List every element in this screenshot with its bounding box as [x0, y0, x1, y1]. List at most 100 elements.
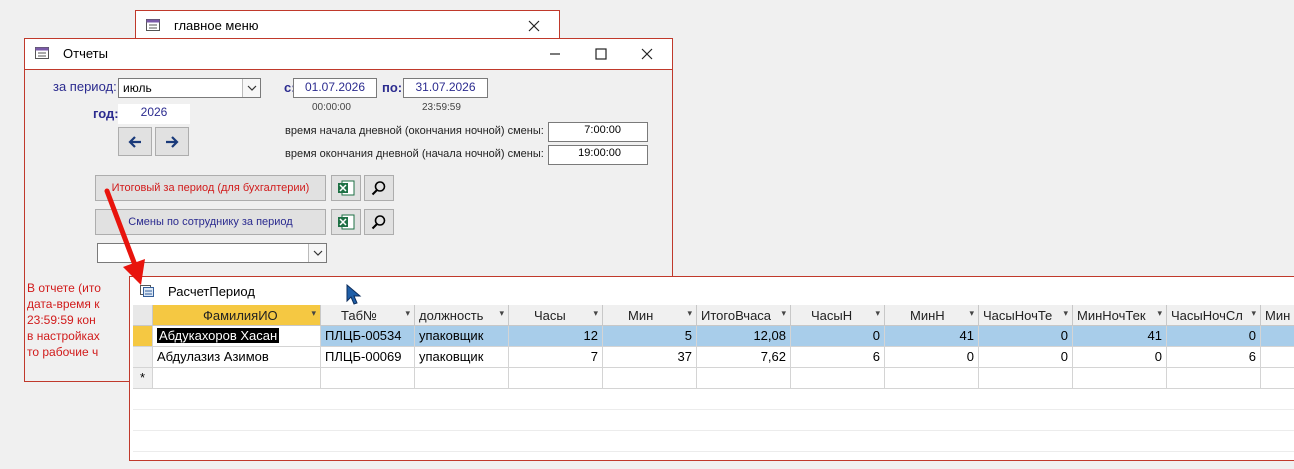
table-cell[interactable]: ПЛЦБ-00069	[321, 347, 415, 368]
table-cell[interactable]: 12	[509, 326, 603, 347]
form-icon	[146, 19, 160, 31]
table-cell[interactable]	[979, 368, 1073, 389]
main-menu-titlebar[interactable]: главное меню	[136, 11, 559, 41]
table-cell[interactable]	[1167, 368, 1261, 389]
chevron-down-icon[interactable]: ▾	[687, 308, 692, 319]
chevron-down-icon[interactable]: ▾	[781, 308, 786, 319]
table-cell[interactable]: 12,08	[697, 326, 791, 347]
table-cell[interactable]: 6	[791, 347, 885, 368]
day-end-label: время окончания дневной (начала ночной) …	[285, 148, 544, 160]
table-cell[interactable]: Абдукахоров Хасан	[153, 326, 321, 347]
column-header[interactable]: должность ▾	[415, 305, 509, 326]
note-line: то рабочие ч	[27, 345, 99, 359]
column-header[interactable]: ЧасыНочСл ▾	[1167, 305, 1261, 326]
table-cell[interactable]	[153, 368, 321, 389]
table-cell[interactable]: 41	[885, 326, 979, 347]
prev-year-button[interactable]	[118, 127, 152, 156]
day-start-field[interactable]: 7:00:00	[548, 122, 648, 142]
table-cell[interactable]	[885, 368, 979, 389]
table-cell[interactable]	[791, 368, 885, 389]
preview-button[interactable]	[364, 175, 394, 201]
dropdown-button[interactable]	[308, 244, 326, 262]
table-cell[interactable]: 0	[1073, 347, 1167, 368]
close-button[interactable]	[511, 11, 557, 41]
chevron-down-icon	[313, 250, 322, 256]
excel-export-button[interactable]	[331, 209, 361, 235]
chevron-down-icon[interactable]: ▾	[499, 308, 504, 319]
chevron-down-icon[interactable]: ▾	[405, 308, 410, 319]
close-icon	[528, 20, 540, 32]
close-button[interactable]	[624, 39, 670, 69]
column-header[interactable]: Таб№ ▾	[321, 305, 415, 326]
table-cell[interactable]: Абдулазиз Азимов	[153, 347, 321, 368]
table-cell[interactable]: 6	[1167, 347, 1261, 368]
magnifier-icon	[371, 215, 386, 230]
note-line: 23:59:59 кон	[27, 313, 96, 327]
column-header[interactable]: МинН ▾	[885, 305, 979, 326]
table-cell[interactable]: 37	[603, 347, 697, 368]
table-cell[interactable]	[1261, 368, 1294, 389]
new-record-row[interactable]: *	[133, 368, 1294, 389]
chevron-down-icon[interactable]: ▾	[1157, 308, 1162, 319]
table-row[interactable]: Абдукахоров Хасан ПЛЦБ-00534 упаковщик 1…	[133, 326, 1294, 347]
chevron-down-icon[interactable]: ▾	[1063, 308, 1068, 319]
table-cell[interactable]: 0	[885, 347, 979, 368]
table-cell[interactable]	[1261, 347, 1294, 368]
select-all-corner[interactable]	[133, 305, 153, 326]
next-year-button[interactable]	[155, 127, 189, 156]
from-time: 00:00:00	[312, 102, 351, 113]
table-cell[interactable]	[509, 368, 603, 389]
table-cell[interactable]: 5	[603, 326, 697, 347]
period-combobox[interactable]: июль	[118, 78, 261, 98]
table-cell[interactable]: упаковщик	[415, 326, 509, 347]
table-cell[interactable]: 7	[509, 347, 603, 368]
table-cell[interactable]	[603, 368, 697, 389]
table-cell[interactable]: упаковщик	[415, 347, 509, 368]
from-date-field[interactable]: 01.07.2026	[293, 78, 377, 98]
minimize-icon	[550, 53, 560, 55]
datasheet-titlebar[interactable]: РасчетПериод	[130, 277, 1294, 307]
datasheet-window[interactable]: РасчетПериод ФамилияИО ▾ Таб№ ▾ должность ▾…	[129, 276, 1294, 469]
close-icon	[641, 48, 653, 60]
to-date-field[interactable]: 31.07.2026	[403, 78, 488, 98]
column-header[interactable]: ИтогоВчаса ▾	[697, 305, 791, 326]
table-cell[interactable]: 7,62	[697, 347, 791, 368]
table-cell[interactable]	[1073, 368, 1167, 389]
chevron-down-icon[interactable]: ▾	[969, 308, 974, 319]
reports-titlebar[interactable]: Отчеты	[25, 39, 672, 70]
chevron-down-icon[interactable]: ▾	[875, 308, 880, 319]
period-label: за период:	[53, 79, 117, 94]
chevron-down-icon[interactable]: ▾	[311, 308, 316, 319]
column-header[interactable]: ФамилияИО ▾	[153, 305, 321, 326]
column-header[interactable]: МинНочТек ▾	[1073, 305, 1167, 326]
row-selector[interactable]	[133, 326, 153, 347]
table-cell[interactable]: 41	[1073, 326, 1167, 347]
excel-export-button[interactable]	[331, 175, 361, 201]
table-cell[interactable]: 0	[979, 326, 1073, 347]
table-cell[interactable]	[1261, 326, 1294, 347]
column-header[interactable]: Часы ▾	[509, 305, 603, 326]
table-cell[interactable]: 0	[791, 326, 885, 347]
arrow-right-icon	[166, 135, 179, 148]
table-cell[interactable]: 0	[1167, 326, 1261, 347]
maximize-button[interactable]	[578, 39, 624, 69]
preview-button[interactable]	[364, 209, 394, 235]
table-cell[interactable]	[321, 368, 415, 389]
dropdown-button[interactable]	[242, 79, 260, 97]
column-header[interactable]: ЧасыНочТе ▾	[979, 305, 1073, 326]
datasheet-title: РасчетПериод	[168, 284, 255, 299]
column-header[interactable]: Мин	[1261, 305, 1294, 326]
column-header[interactable]: Мин ▾	[603, 305, 697, 326]
year-field[interactable]: 2026	[118, 104, 190, 124]
table-cell[interactable]	[697, 368, 791, 389]
row-selector[interactable]	[133, 347, 153, 368]
day-end-field[interactable]: 19:00:00	[548, 145, 648, 165]
table-cell[interactable]: 0	[979, 347, 1073, 368]
chevron-down-icon[interactable]: ▾	[1251, 308, 1256, 319]
table-row[interactable]: Абдулазиз Азимов ПЛЦБ-00069 упаковщик 7 …	[133, 347, 1294, 368]
column-header[interactable]: ЧасыН ▾	[791, 305, 885, 326]
table-cell[interactable]: ПЛЦБ-00534	[321, 326, 415, 347]
table-cell[interactable]	[415, 368, 509, 389]
minimize-button[interactable]	[532, 39, 578, 69]
chevron-down-icon[interactable]: ▾	[593, 308, 598, 319]
